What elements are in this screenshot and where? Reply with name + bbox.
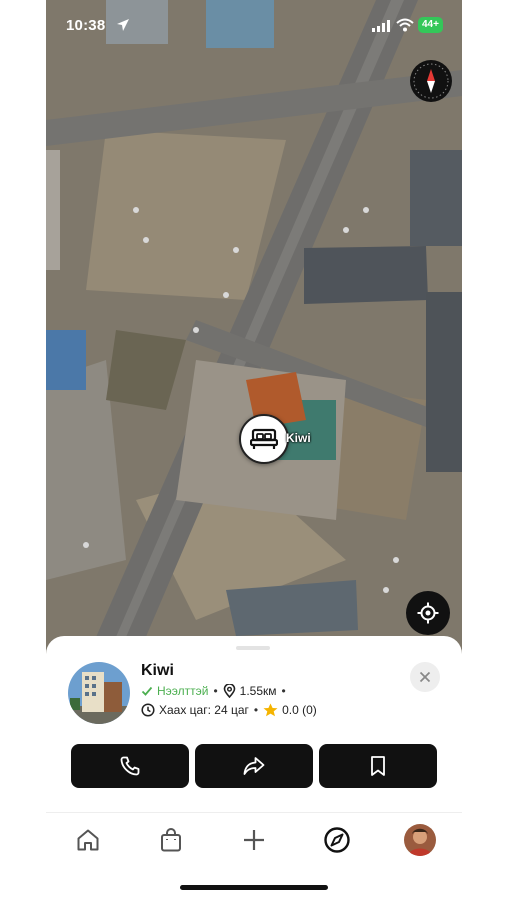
check-icon (141, 685, 153, 697)
location-arrow-icon (116, 18, 130, 37)
satellite-map[interactable]: 10:38 44+ Kiwi (46, 0, 462, 660)
tab-home[interactable] (66, 820, 110, 860)
home-indicator[interactable] (180, 885, 328, 890)
place-pin[interactable] (239, 414, 289, 464)
app-screen: 10:38 44+ Kiwi Kiwi Нээлттэй • 1.55км • … (46, 0, 462, 900)
share-button[interactable] (195, 744, 313, 788)
shopping-bag-icon (160, 828, 181, 852)
sheet-grabber[interactable] (236, 646, 270, 650)
plus-icon (243, 830, 264, 850)
hotel-photo (68, 662, 130, 724)
tabbar-divider (46, 812, 462, 813)
place-bottom-sheet: Kiwi Нээлттэй • 1.55км • Хаах цаг: 24 ца… (46, 636, 462, 900)
save-button[interactable] (319, 744, 437, 788)
place-meta-row: Нээлттэй • 1.55км • (141, 684, 291, 698)
rating: 0.0 (0) (282, 703, 317, 717)
call-button[interactable] (71, 744, 189, 788)
bottom-tab-bar (46, 820, 462, 860)
phone-icon (120, 756, 140, 776)
share-arrow-icon (243, 757, 265, 775)
home-icon (77, 829, 99, 851)
battery-indicator: 44+ (418, 17, 443, 33)
open-status: Нээлттэй (157, 684, 209, 698)
status-bar: 10:38 44+ (46, 0, 462, 50)
tab-explore[interactable] (315, 820, 359, 860)
compass-icon (413, 63, 449, 99)
close-icon (419, 671, 431, 683)
bed-icon (250, 428, 278, 449)
distance: 1.55км (239, 684, 277, 698)
tab-shop[interactable] (149, 820, 193, 860)
separator-dot: • (253, 703, 259, 717)
place-name: Kiwi (141, 662, 174, 679)
avatar (404, 824, 437, 856)
locate-me-icon (417, 602, 439, 624)
separator-dot: • (281, 684, 286, 698)
tab-add[interactable] (232, 820, 276, 860)
clock-icon (141, 703, 155, 717)
action-buttons (71, 744, 437, 788)
bookmark-icon (371, 756, 385, 776)
map-compass-button[interactable] (410, 60, 452, 102)
signal-icon (372, 19, 392, 37)
closing-hours: Хаах цаг: 24 цаг (159, 703, 249, 717)
tab-profile[interactable] (398, 820, 442, 860)
wifi-icon (396, 18, 414, 37)
place-thumbnail[interactable] (68, 662, 130, 724)
star-icon (263, 703, 278, 717)
map-imagery (46, 0, 462, 660)
locate-me-button[interactable] (406, 591, 450, 635)
close-button[interactable] (410, 662, 440, 692)
separator-dot: • (213, 684, 218, 698)
compass-icon (324, 827, 350, 853)
location-pin-icon (223, 684, 236, 698)
place-hours-row: Хаах цаг: 24 цаг • 0.0 (0) (141, 703, 317, 717)
status-time: 10:38 (66, 17, 106, 34)
pin-label: Kiwi (286, 431, 311, 445)
